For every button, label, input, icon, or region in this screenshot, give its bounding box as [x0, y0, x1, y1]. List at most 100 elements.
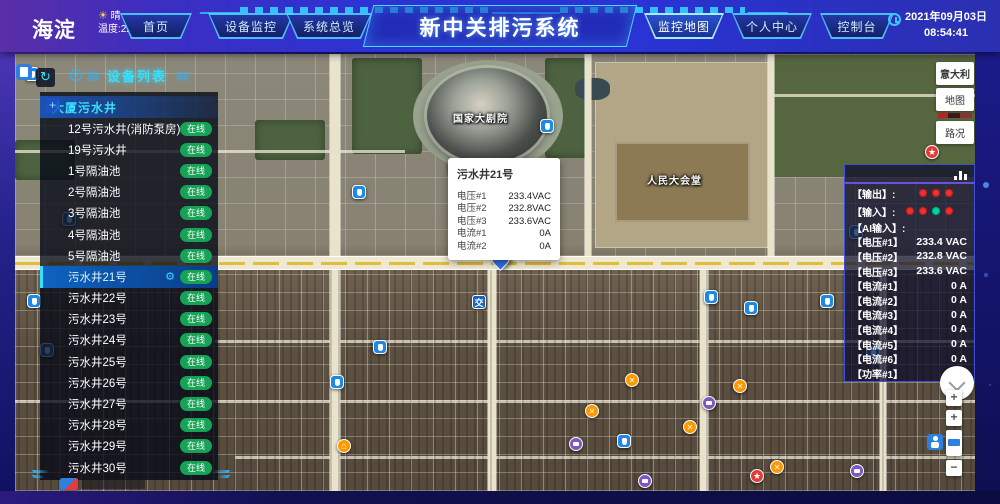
device-marker-icon[interactable]: [330, 375, 344, 389]
page-bottom-margin: [0, 491, 1000, 504]
zoom-slider[interactable]: [946, 430, 962, 456]
online-status-badge: 在线: [180, 397, 212, 411]
panel-corner-deco: [213, 470, 229, 480]
device-list-item[interactable]: 5号隔油池在线: [40, 245, 218, 266]
page-left-margin: [0, 52, 15, 504]
star-marker-icon[interactable]: ★: [925, 145, 939, 159]
popup-title: 污水井21号: [457, 166, 551, 182]
device-list-item[interactable]: 污水井22号在线: [40, 288, 218, 309]
red-indicator-dot: [932, 189, 940, 197]
zoom-minus-button[interactable]: −: [946, 460, 962, 476]
map-label-ncpa: 国家大剧院: [453, 110, 508, 125]
device-marker-icon[interactable]: [352, 185, 366, 199]
document-icon[interactable]: [16, 64, 32, 80]
device-label: 污水井27号: [68, 396, 180, 412]
telemetry-row: 【AI输入】:: [845, 220, 974, 235]
device-list-title: 设备列表: [107, 66, 167, 85]
nav-system-overview-button[interactable]: 系统总览: [286, 13, 372, 39]
red-indicator-dot: [919, 207, 927, 215]
hotel-marker-icon[interactable]: [569, 437, 583, 451]
device-list-item[interactable]: 污水井24号在线: [40, 330, 218, 351]
bar-chart-icon[interactable]: [954, 170, 968, 180]
zoom-in-icon[interactable]: +: [45, 98, 60, 113]
indicator-dots: [906, 207, 953, 215]
sun-icon: ☀: [98, 10, 108, 22]
hotel-marker-icon[interactable]: [702, 396, 716, 410]
telemetry-value: 233.4 VAC: [916, 236, 967, 248]
device-list-item[interactable]: 污水井23号在线: [40, 309, 218, 330]
device-list-item[interactable]: 3号隔油池在线: [40, 203, 218, 224]
device-list-item[interactable]: 污水井25号在线: [40, 351, 218, 372]
online-status-badge: 在线: [180, 228, 212, 242]
device-list-item[interactable]: 污水井27号在线: [40, 393, 218, 414]
food-marker-icon[interactable]: ✕: [683, 420, 697, 434]
telemetry-value: 233.6 VAC: [916, 265, 967, 277]
device-list-item[interactable]: 污水井26号在线: [40, 372, 218, 393]
device-label: 污水井26号: [68, 375, 180, 391]
device-label: 4号隔油池: [68, 227, 180, 243]
device-marker-icon[interactable]: [820, 294, 834, 308]
popup-row: 电压#2232.8VAC: [457, 203, 551, 215]
device-list-item[interactable]: 19号污水井在线: [40, 139, 218, 160]
popup-row: 电流#20A: [457, 241, 551, 253]
device-list-item[interactable]: 污水井30号在线: [40, 457, 218, 478]
hotel-marker-icon[interactable]: [850, 464, 864, 478]
home-marker-icon[interactable]: ⌂: [337, 439, 351, 453]
telemetry-value: 0 A: [951, 353, 967, 365]
telemetry-label: 【电流#1】: [852, 278, 903, 293]
device-list-item[interactable]: 污水井29号在线: [40, 436, 218, 457]
device-info-popup: 污水井21号 电压#1233.4VAC电压#2232.8VAC电压#3233.6…: [448, 158, 560, 260]
food-marker-icon[interactable]: ✕: [733, 379, 747, 393]
nav-console-button[interactable]: 控制台: [820, 13, 894, 39]
popup-row: 电压#1233.4VAC: [457, 191, 551, 203]
device-marker-icon[interactable]: [27, 294, 41, 308]
telemetry-row: 【电流#4】0 A: [845, 322, 974, 337]
nav-device-monitor-button[interactable]: 设备监控: [208, 13, 294, 39]
device-list-item[interactable]: 12号污水井(消防泵房)在线: [40, 118, 218, 139]
device-list-item[interactable]: 污水井28号在线: [40, 415, 218, 436]
nav-monitor-map-button[interactable]: 监控地图: [644, 13, 724, 39]
device-list-item[interactable]: 4号隔油池在线: [40, 224, 218, 245]
food-marker-icon[interactable]: ✕: [625, 373, 639, 387]
device-list-item[interactable]: 2号隔油池在线: [40, 182, 218, 203]
device-list-item[interactable]: 1号隔油池在线: [40, 160, 218, 181]
layer-option-map[interactable]: 地图: [936, 88, 974, 111]
bank-marker-icon[interactable]: 交: [472, 295, 486, 309]
device-label: 污水井24号: [68, 332, 180, 348]
hotel-marker-icon[interactable]: [638, 474, 652, 488]
device-list-header: 》》》》 设备列表 《《《《: [40, 63, 218, 87]
telemetry-row: 【电压#2】232.8 VAC: [845, 249, 974, 264]
online-status-badge: 在线: [180, 461, 212, 475]
nav-home-button[interactable]: 首页: [120, 13, 192, 39]
device-list-item[interactable]: 污水井21号⚙在线: [40, 266, 218, 287]
device-marker-icon[interactable]: [540, 119, 554, 133]
popup-metric-value: 0A: [539, 241, 551, 253]
device-label: 19号污水井: [68, 142, 180, 158]
device-marker-icon[interactable]: [704, 290, 718, 304]
device-group-header[interactable]: 大厦污水井: [40, 96, 218, 118]
food-marker-icon[interactable]: ✕: [770, 460, 784, 474]
star-marker-icon[interactable]: ★: [750, 469, 764, 483]
device-label: 2号隔油池: [68, 184, 180, 200]
device-marker-icon[interactable]: [373, 340, 387, 354]
zoom-plus-button[interactable]: +: [946, 410, 962, 426]
nav-personal-center-button[interactable]: 个人中心: [732, 13, 812, 39]
popup-metric-value: 0A: [539, 228, 551, 240]
map-label-great-hall: 人民大会堂: [647, 172, 702, 187]
weather-condition: 晴: [111, 11, 121, 22]
telemetry-panel-header: [845, 165, 974, 184]
device-list: 12号污水井(消防泵房)在线19号污水井在线1号隔油池在线2号隔油池在线3号隔油…: [40, 118, 218, 478]
food-marker-icon[interactable]: ✕: [585, 404, 599, 418]
device-marker-icon[interactable]: [744, 301, 758, 315]
satellite-map[interactable]: 国家大剧院 人民大会堂 交 ✕ ✕ ✕ ✕ ✕ ★ ★ ⌂ 污水井21号 电压#1233.4VA…: [15, 54, 975, 491]
nav-personal-center-label: 个人中心: [746, 18, 798, 35]
layer-option-0[interactable]: 意大利: [936, 62, 974, 85]
telemetry-row: 【电流#6】0 A: [845, 351, 974, 366]
header-deco-chevrons: 《《《《: [171, 68, 188, 83]
map-attribution-strip: [81, 480, 145, 489]
streetview-pegman-icon[interactable]: [927, 434, 943, 450]
zoom-plus-button[interactable]: +: [946, 390, 962, 406]
device-marker-icon[interactable]: [617, 434, 631, 448]
layer-option-traffic[interactable]: 路况: [936, 121, 974, 144]
gear-icon[interactable]: ⚙: [165, 270, 175, 283]
